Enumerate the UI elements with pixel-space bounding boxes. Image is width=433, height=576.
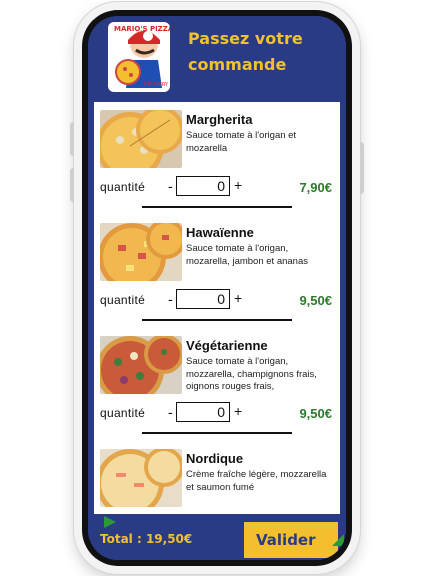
pizza-name: Nordique [186,451,244,466]
pizza-price: 7,90€ [299,180,332,195]
pizza-image [100,223,182,281]
pizza-description: Sauce tomate à l'origan et mozarella [186,130,297,154]
pizza-name: Hawaïenne [186,225,254,240]
logo-brand: MARIO'S PIZZA [114,25,170,33]
quantity-input[interactable] [176,289,230,309]
quantity-input[interactable] [176,176,230,196]
pizza-image [100,110,182,168]
increase-button[interactable]: + [234,290,242,306]
decrease-button[interactable]: - [168,178,173,194]
quantity-label: quantité [100,406,146,420]
logo-subtitle: DELIVERY [144,82,169,88]
pizza-item-nordique: Nordique Crème fraîche légère, mozzarell… [94,441,340,516]
quantity-label: quantité [100,180,146,194]
phone-bezel: MARIO'S PIZZA DELIVERY Passez votre comm… [82,10,352,566]
item-divider [142,206,292,208]
item-divider [142,432,292,434]
increase-button[interactable]: + [234,177,242,193]
pizza-price: 9,50€ [299,406,332,421]
increase-button[interactable]: + [234,403,242,419]
order-total: Total : 19,50€ [100,532,193,546]
title-line-1: Passez votre [188,29,303,48]
title-line-2: commande [188,55,287,74]
cursor-icon [332,534,344,546]
item-divider [142,319,292,321]
pizza-description: Crème fraîche légère, mozzarella et saum… [186,469,327,493]
pizza-description: Sauce tomate à l'origan, mozarella, jamb… [186,243,308,267]
marios-pizza-logo: MARIO'S PIZZA DELIVERY [108,22,170,92]
pizza-item-vegetarienne: Végétarienne Sauce tomate à l'origan, mo… [94,328,340,441]
decrease-button[interactable]: - [168,291,173,307]
page-title: Passez votre commande [188,26,338,78]
decrease-button[interactable]: - [168,404,173,420]
app-screen: MARIO'S PIZZA DELIVERY Passez votre comm… [88,16,346,560]
quantity-input[interactable] [176,402,230,422]
quantity-label: quantité [100,293,146,307]
pizza-description: Sauce tomate à l'origan, mozzarella, cha… [186,356,317,392]
pizza-item-hawaienne: Hawaïenne Sauce tomate à l'origan, mozar… [94,215,340,328]
cursor-icon [104,516,116,528]
pizza-list[interactable]: Margherita Sauce tomate à l'origan et mo… [94,102,340,516]
validate-button[interactable]: Valider [244,522,338,558]
pizza-image [100,336,182,394]
footer: Total : 19,50€ Valider [88,514,346,560]
pizza-name: Végétarienne [186,338,268,353]
pizza-name: Margherita [186,112,253,127]
pizza-price: 9,50€ [299,293,332,308]
phone-frame: MARIO'S PIZZA DELIVERY Passez votre comm… [70,2,364,574]
pizza-image [100,449,182,507]
header: MARIO'S PIZZA DELIVERY Passez votre comm… [88,16,346,102]
pizza-item-margherita: Margherita Sauce tomate à l'origan et mo… [94,102,340,215]
